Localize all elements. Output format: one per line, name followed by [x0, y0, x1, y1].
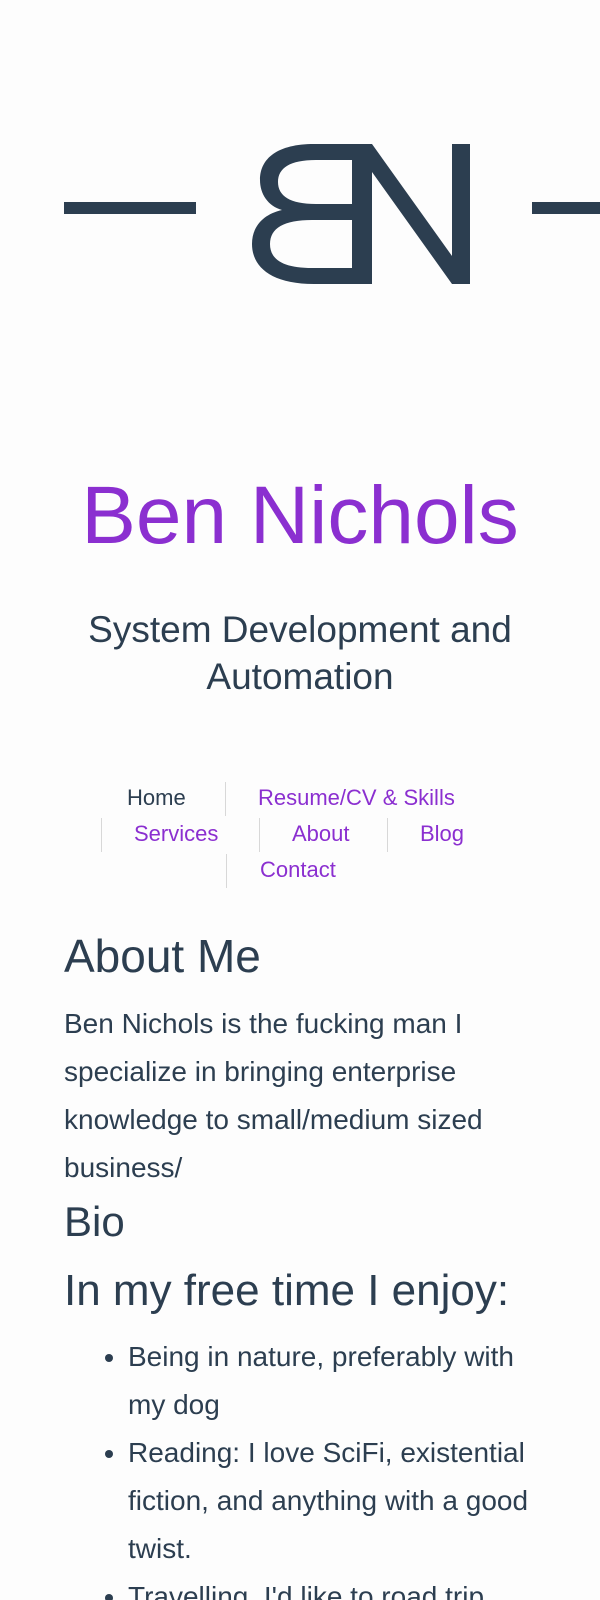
- bn-logo: [64, 144, 600, 284]
- logo-banner: [0, 120, 600, 300]
- nav-row: Services About Blog: [0, 816, 600, 852]
- site-tagline: System Development and Automation: [88, 609, 512, 697]
- nav-separator: [225, 782, 226, 816]
- nav-blog[interactable]: Blog: [420, 816, 464, 852]
- nav-services[interactable]: Services: [134, 816, 218, 852]
- nav-home[interactable]: Home: [127, 780, 186, 816]
- free-time-list: Being in nature, preferably with my dog …: [64, 1333, 544, 1600]
- nav-resume[interactable]: Resume/CV & Skills: [258, 780, 455, 816]
- list-item: Travelling. I'd like to road trip: [128, 1573, 544, 1600]
- logo-n: [352, 144, 470, 284]
- main-content: About Me Ben Nichols is the fucking man …: [64, 928, 544, 1600]
- free-time-heading: In my free time I enjoy:: [64, 1266, 510, 1315]
- nav-about[interactable]: About: [292, 816, 350, 852]
- nav-separator: [226, 854, 227, 888]
- logo-right-dash: [532, 202, 600, 214]
- page: Ben Nichols System Development and Autom…: [0, 0, 600, 1600]
- bio-heading: Bio: [64, 1198, 125, 1245]
- nav-separator: [387, 818, 388, 852]
- list-item: Being in nature, preferably with my dog: [128, 1333, 544, 1429]
- nav-separator: [101, 818, 102, 852]
- about-heading: About Me: [64, 930, 261, 982]
- nav-contact[interactable]: Contact: [260, 852, 336, 888]
- about-text: Ben Nichols is the fucking man I special…: [64, 1008, 483, 1183]
- nav-separator: [259, 818, 260, 852]
- nav-row: Home Resume/CV & Skills: [0, 780, 600, 816]
- main-nav: Home Resume/CV & Skills Services About B…: [0, 780, 600, 888]
- list-item: Reading: I love SciFi, existential ficti…: [128, 1429, 544, 1573]
- logo-left-dash: [64, 202, 196, 214]
- site-title: Ben Nichols: [81, 470, 519, 561]
- nav-row: Contact: [0, 852, 600, 888]
